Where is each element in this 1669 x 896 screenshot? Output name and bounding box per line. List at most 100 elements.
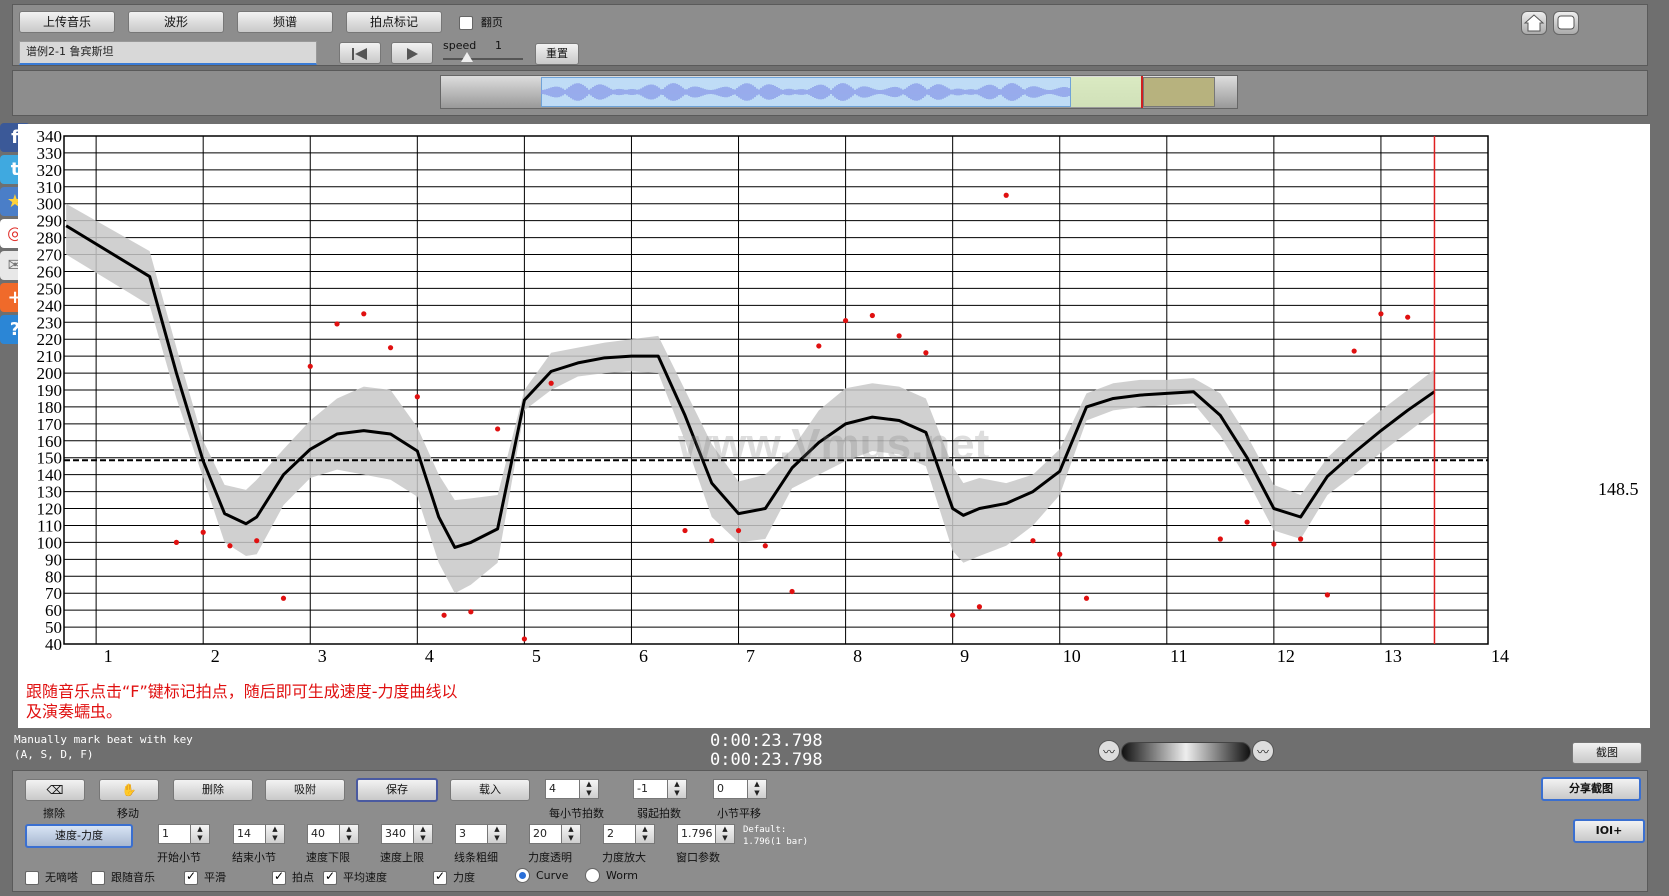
- home-icon[interactable]: [1521, 11, 1547, 35]
- beat-mark-button[interactable]: 拍点标记: [346, 11, 442, 33]
- default-note-line-2: 1.796(1 bar): [743, 837, 809, 847]
- worm-option[interactable]: Worm: [585, 868, 638, 883]
- play-button[interactable]: [391, 42, 433, 64]
- beat-point: [1378, 311, 1384, 317]
- time-display: 0:00:23.798 0:00:23.798: [710, 732, 823, 770]
- beats-checkbox[interactable]: [272, 869, 286, 885]
- wave-left-icon[interactable]: 〰: [1098, 740, 1120, 762]
- page-turn-label: 翻页: [480, 16, 503, 29]
- follow-music-toggle[interactable]: 跟随音乐: [91, 869, 155, 885]
- wave-right-icon[interactable]: 〰: [1252, 740, 1274, 762]
- instruction-line-1: 跟随音乐点击“F”键标记拍点，随后即可生成速度-力度曲线以: [26, 682, 458, 701]
- tempo-dynamics-button[interactable]: 速度-力度: [25, 824, 133, 848]
- beat-point: [735, 527, 742, 534]
- smooth-toggle[interactable]: 平滑: [184, 869, 226, 885]
- y-tick-label: 50: [45, 618, 62, 637]
- beat-point: [200, 529, 206, 535]
- waveform-overview-panel: [12, 70, 1648, 116]
- title-field[interactable]: 谱例2-1 鲁宾斯坦: [19, 41, 317, 65]
- chart-watermark: www.Vmus.net: [678, 420, 990, 469]
- move-button[interactable]: ✋: [99, 779, 159, 801]
- beats-per-bar-stepper[interactable]: 4 ▲ ▼: [545, 779, 599, 799]
- y-tick-label: 220: [37, 330, 63, 349]
- total-time: 0:00:23.798: [710, 750, 823, 770]
- reset-button[interactable]: 重置: [535, 43, 579, 65]
- beat-point: [548, 380, 554, 386]
- waveform-played-region: [1071, 77, 1141, 107]
- smooth-checkbox[interactable]: [184, 869, 198, 885]
- start-bar-stepper[interactable]: 1 ▲ ▼: [158, 824, 210, 844]
- ioi-button[interactable]: IOI+: [1573, 819, 1645, 843]
- beat-point: [1217, 536, 1223, 542]
- beat-point: [468, 609, 474, 615]
- avg-tempo-toggle[interactable]: 平均速度: [323, 869, 387, 885]
- screenshot-button[interactable]: 截图: [1572, 742, 1642, 764]
- rewind-button[interactable]: [339, 42, 381, 64]
- y-tick-label: 150: [37, 449, 63, 468]
- waveform-selection[interactable]: [1143, 77, 1215, 107]
- worm-radio[interactable]: [585, 868, 600, 883]
- x-tick-label: 13: [1384, 646, 1402, 666]
- line-width-stepper[interactable]: 3 ▲ ▼: [455, 824, 507, 844]
- speed-slider[interactable]: [443, 52, 523, 63]
- speed-slider-thumb[interactable]: [461, 52, 473, 62]
- dynamics-scale-stepper[interactable]: 2 ▲ ▼: [603, 824, 655, 844]
- beats-toggle[interactable]: 拍点: [272, 869, 314, 885]
- tempo-max-stepper[interactable]: 340 ▲ ▼: [381, 824, 433, 844]
- erase-button[interactable]: ⌫: [25, 779, 85, 801]
- volume-slider[interactable]: [1121, 742, 1251, 762]
- page-turn-checkbox[interactable]: [459, 15, 473, 30]
- bar-shift-label: 小节平移: [717, 807, 761, 820]
- hint-text: Manually mark beat with key (A, S, D, F): [14, 732, 193, 762]
- metronome-toggle[interactable]: 无嘀嗒: [25, 869, 78, 885]
- x-tick-label: 3: [318, 646, 327, 666]
- upload-music-button[interactable]: 上传音乐: [19, 11, 115, 33]
- y-tick-label: 140: [37, 466, 63, 485]
- waveform-button[interactable]: 波形: [128, 11, 224, 33]
- spectrum-button[interactable]: 频谱: [237, 11, 333, 33]
- skip-start-icon: [352, 48, 367, 60]
- dynamics-checkbox[interactable]: [433, 869, 447, 885]
- waveform-trace: [541, 83, 1070, 101]
- fullscreen-icon[interactable]: [1553, 11, 1579, 35]
- bar-shift-stepper[interactable]: 0 ▲ ▼: [713, 779, 767, 799]
- beat-point: [1324, 592, 1330, 598]
- follow-music-checkbox[interactable]: [91, 870, 105, 885]
- tempo-min-stepper[interactable]: 40 ▲ ▼: [307, 824, 359, 844]
- default-note-line-1: Default:: [743, 825, 787, 835]
- y-tick-label: 80: [45, 567, 62, 586]
- beat-point: [361, 311, 367, 317]
- waveform-overview[interactable]: [440, 75, 1238, 109]
- window-param-stepper[interactable]: 1.796 ▲ ▼: [677, 824, 735, 844]
- x-tick-label: 2: [211, 646, 220, 666]
- save-button[interactable]: 保存: [356, 778, 438, 802]
- y-tick-label: 90: [45, 550, 62, 569]
- snap-button[interactable]: 吸附: [265, 779, 345, 801]
- beat-point: [1057, 551, 1063, 557]
- y-tick-label: 110: [37, 516, 62, 535]
- x-tick-label: 10: [1063, 646, 1081, 666]
- end-bar-stepper[interactable]: 14 ▲ ▼: [233, 824, 285, 844]
- avg-tempo-checkbox[interactable]: [323, 869, 337, 885]
- beat-point: [1003, 192, 1009, 198]
- x-tick-label: 6: [639, 646, 648, 666]
- hint-line-2: (A, S, D, F): [14, 748, 94, 761]
- load-button[interactable]: 载入: [450, 779, 530, 801]
- page-turn-toggle[interactable]: 翻页: [459, 14, 503, 30]
- curve-radio[interactable]: [515, 868, 530, 883]
- x-tick-label: 5: [532, 646, 541, 666]
- share-screenshot-button[interactable]: 分享截图: [1541, 777, 1641, 801]
- reference-value-label: 148.5: [1598, 479, 1639, 499]
- pickup-stepper[interactable]: -1 ▲ ▼: [633, 779, 687, 799]
- y-tick-label: 290: [37, 212, 63, 231]
- metronome-checkbox[interactable]: [25, 870, 39, 885]
- curve-option[interactable]: Curve: [515, 868, 568, 883]
- tempo-max-label: 速度上限: [380, 851, 424, 864]
- line-width-label: 线条粗细: [454, 851, 498, 864]
- dynamics-toggle[interactable]: 力度: [433, 869, 475, 885]
- beat-point: [227, 543, 233, 549]
- hint-line-1: Manually mark beat with key: [14, 733, 193, 746]
- delete-button[interactable]: 删除: [173, 779, 253, 801]
- dynamics-alpha-stepper[interactable]: 20 ▲ ▼: [529, 824, 581, 844]
- instruction-line-2: 及演奏蠕虫。: [26, 702, 123, 721]
